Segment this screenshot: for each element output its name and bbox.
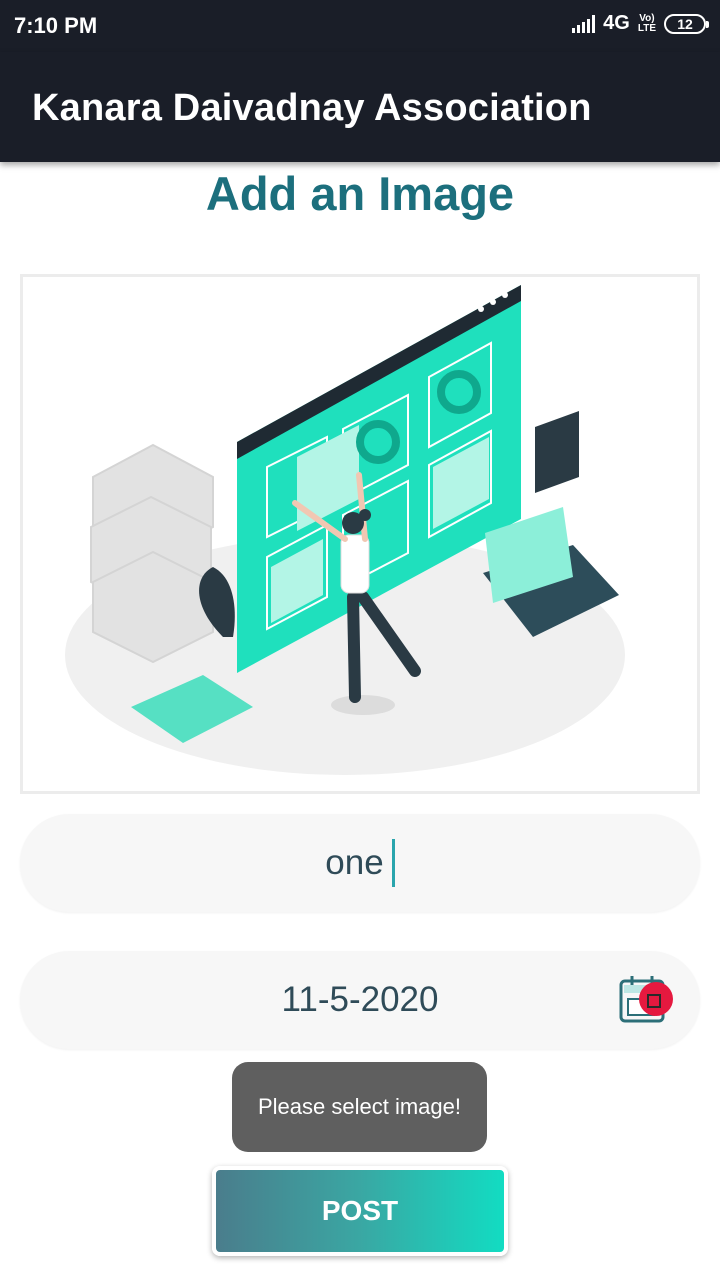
volte-bottom: LTE <box>637 22 656 34</box>
title-input-value: one <box>325 843 384 882</box>
network-type: 4G <box>603 12 630 34</box>
status-time: 7:10 PM <box>14 13 98 38</box>
status-bar: 7:10 PM 4G Vo) LTE 12 <box>0 0 720 52</box>
calendar-icon[interactable] <box>618 973 676 1027</box>
post-button[interactable]: POST <box>212 1166 508 1256</box>
placeholder-illustration <box>65 285 625 775</box>
app-bar: Kanara Daivadnay Association <box>0 52 720 162</box>
date-input[interactable]: 11-5-2020 <box>20 951 700 1049</box>
volte-top: Vo) <box>639 12 655 24</box>
signal-icon <box>572 14 596 33</box>
app-title: Kanara Daivadnay Association <box>32 87 592 129</box>
boxes-illustration <box>90 443 214 664</box>
text-cursor <box>391 839 395 887</box>
battery-icon: 12 <box>664 13 709 34</box>
page-title: Add an Image <box>205 167 515 220</box>
title-input[interactable]: one <box>20 814 700 912</box>
volte-icon: Vo) LTE <box>637 12 656 34</box>
status-icons: 4G Vo) LTE 12 <box>572 12 709 35</box>
image-picker[interactable] <box>20 274 700 794</box>
date-input-value: 11-5-2020 <box>281 980 439 1019</box>
toast-message: Please select image! <box>232 1062 487 1152</box>
